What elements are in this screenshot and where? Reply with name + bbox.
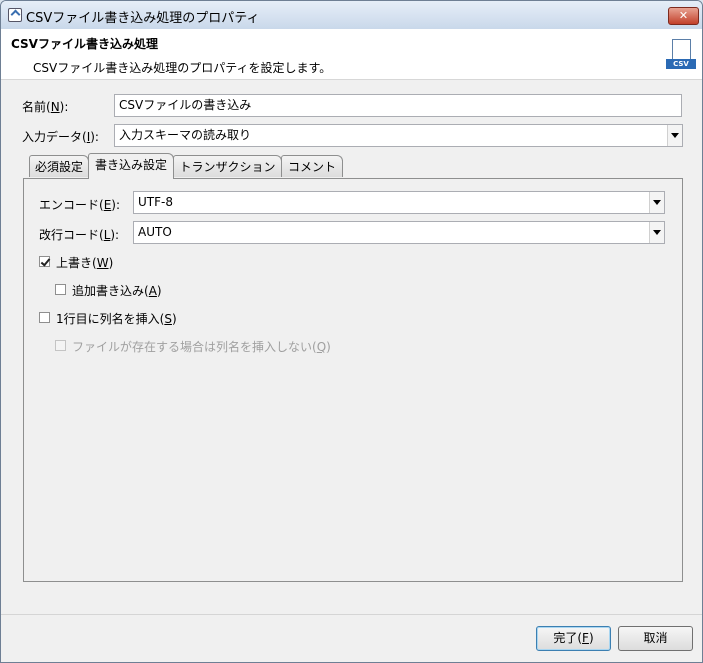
header-title: CSVファイル書き込み処理: [11, 37, 158, 51]
overwrite-checkbox[interactable]: [39, 256, 50, 267]
tab-transaction[interactable]: トランザクション: [173, 155, 282, 177]
name-input[interactable]: CSVファイルの書き込み: [114, 94, 682, 117]
append-label[interactable]: 追加書き込み(A): [72, 282, 162, 299]
append-checkbox[interactable]: [55, 284, 66, 295]
app-icon: [8, 8, 22, 22]
footer-divider: [1, 614, 702, 615]
csv-icon-label: CSV: [666, 59, 696, 69]
header-panel: CSVファイル書き込み処理 CSVファイル書き込み処理のプロパティを設定します。…: [1, 29, 702, 80]
encoding-value: UTF-8: [138, 195, 173, 209]
cancel-button[interactable]: 取消: [618, 626, 693, 651]
tab-write-settings[interactable]: 書き込み設定: [88, 153, 174, 179]
overwrite-label[interactable]: 上書き(W): [56, 254, 113, 271]
title-bar[interactable]: CSVファイル書き込み処理のプロパティ ✕: [1, 1, 702, 29]
dropdown-arrow-icon[interactable]: [649, 222, 664, 243]
window-title: CSVファイル書き込み処理のプロパティ: [26, 11, 260, 26]
header-row-label[interactable]: 1行目に列名を挿入(S): [56, 310, 177, 327]
tab-comment[interactable]: コメント: [281, 155, 343, 177]
finish-button[interactable]: 完了(F): [536, 626, 611, 651]
csv-file-icon: CSV: [666, 39, 698, 71]
encoding-select[interactable]: UTF-8: [133, 191, 665, 214]
dropdown-arrow-icon[interactable]: [649, 192, 664, 213]
name-label: 名前(N):: [22, 100, 69, 114]
newline-code-value: AUTO: [138, 225, 172, 239]
input-data-value: 入力スキーマの読み取り: [119, 128, 252, 142]
close-icon: ✕: [678, 9, 689, 22]
newline-code-select[interactable]: AUTO: [133, 221, 665, 244]
tab-required-settings[interactable]: 必須設定: [29, 155, 89, 177]
header-row-checkbox[interactable]: [39, 312, 50, 323]
input-data-select[interactable]: 入力スキーマの読み取り: [114, 124, 683, 147]
encoding-label: エンコード(E):: [39, 198, 121, 212]
dropdown-arrow-icon[interactable]: [667, 125, 682, 146]
skip-header-if-exists-label: ファイルが存在する場合は列名を挿入しない(Q): [72, 340, 331, 354]
header-description: CSVファイル書き込み処理のプロパティを設定します。: [33, 61, 332, 75]
newline-code-label: 改行コード(L):: [39, 228, 120, 242]
properties-dialog: CSVファイル書き込み処理のプロパティ ✕ CSVファイル書き込み処理 CSVフ…: [0, 0, 703, 663]
skip-header-if-exists-checkbox[interactable]: [55, 340, 66, 351]
close-button[interactable]: ✕: [668, 7, 699, 25]
input-data-label: 入力データ(I):: [22, 130, 99, 144]
